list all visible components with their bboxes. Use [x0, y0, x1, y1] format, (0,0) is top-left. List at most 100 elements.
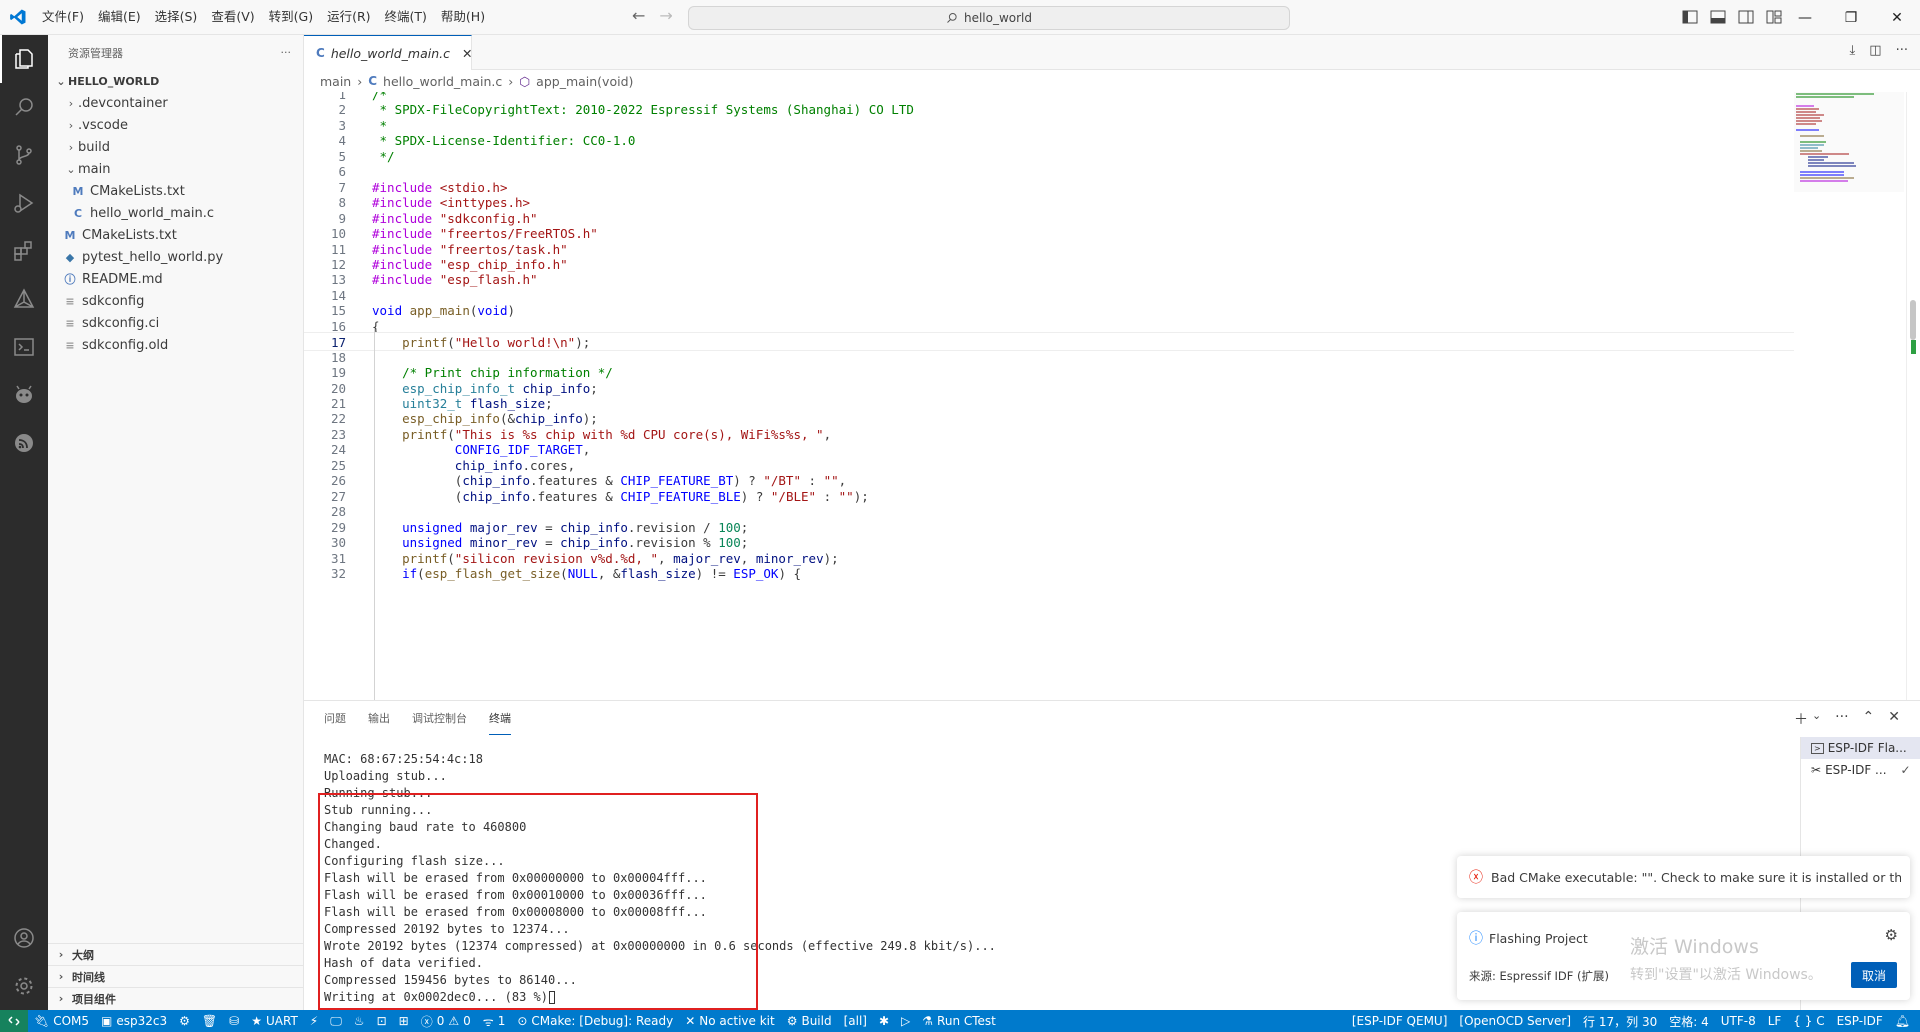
- terminal-view-icon[interactable]: [0, 323, 48, 371]
- status-idf[interactable]: ESP-IDF: [1831, 1010, 1889, 1032]
- menu-terminal[interactable]: 终端(T): [378, 4, 434, 30]
- status-openocd[interactable]: [OpenOCD Server]: [1453, 1010, 1577, 1032]
- close-icon[interactable]: ✕: [462, 46, 472, 61]
- status-debug[interactable]: ✱: [873, 1010, 895, 1032]
- terminal-instance[interactable]: > ESP-IDF Fla...: [1801, 737, 1920, 759]
- breadcrumb-symbol[interactable]: app_main(void): [536, 74, 633, 89]
- status-cursor-position[interactable]: 行 17，列 30: [1577, 1010, 1663, 1032]
- maximize-panel-icon[interactable]: ⌃: [1863, 709, 1875, 729]
- menu-selection[interactable]: 选择(S): [148, 4, 205, 30]
- notification-settings-gear-icon[interactable]: ⚙: [1885, 926, 1898, 944]
- status-build-flash-monitor[interactable]: ♨: [348, 1010, 371, 1032]
- code-line[interactable]: 32 if(esp_flash_get_size(NULL, &flash_si…: [304, 564, 1794, 583]
- status-monitor[interactable]: 🖵︎: [324, 1010, 348, 1032]
- alien-extension-icon[interactable]: [0, 371, 48, 419]
- menu-view[interactable]: 查看(V): [204, 4, 261, 30]
- status-ports[interactable]: ᯤ 1: [477, 1010, 512, 1032]
- tree-folder-vscode[interactable]: › .vscode: [48, 114, 303, 136]
- status-flash[interactable]: ⚡︎: [304, 1010, 324, 1032]
- tree-file-readme[interactable]: ⓘ README.md: [48, 268, 303, 290]
- run-debug-icon[interactable]: [0, 179, 48, 227]
- status-build-target[interactable]: [all]: [838, 1010, 873, 1032]
- accounts-icon[interactable]: [0, 914, 48, 962]
- status-language[interactable]: { } C: [1787, 1010, 1830, 1032]
- flash-download-icon[interactable]: ⤓: [1850, 43, 1856, 58]
- status-qemu[interactable]: [ESP-IDF QEMU]: [1346, 1010, 1454, 1032]
- status-indentation[interactable]: 空格: 4: [1663, 1010, 1715, 1032]
- cmake-icon[interactable]: [0, 275, 48, 323]
- tab-terminal[interactable]: 终端: [489, 702, 511, 735]
- tree-file-sdkconfig-ci[interactable]: ≡ sdkconfig.ci: [48, 312, 303, 334]
- close-panel-icon[interactable]: ✕: [1888, 709, 1900, 729]
- error-notification[interactable]: ⓧ Bad CMake executable: "". Check to mak…: [1457, 856, 1910, 898]
- new-terminal-icon[interactable]: ＋: [1794, 709, 1808, 729]
- scrollbar-thumb[interactable]: [1910, 300, 1916, 340]
- command-center-search[interactable]: hello_world: [688, 6, 1290, 30]
- project-components-section[interactable]: › 项目组件: [48, 987, 304, 1009]
- tab-output[interactable]: 输出: [368, 702, 390, 735]
- restore-icon[interactable]: ❐: [1828, 0, 1874, 35]
- menu-edit[interactable]: 编辑(E): [91, 4, 148, 30]
- forward-arrow-icon[interactable]: →: [659, 6, 672, 25]
- status-cmake-build[interactable]: ⚙ Build: [781, 1010, 838, 1032]
- status-terminal[interactable]: ⊡: [371, 1010, 393, 1032]
- minimize-icon[interactable]: —: [1782, 0, 1828, 35]
- status-encoding[interactable]: UTF-8: [1715, 1010, 1762, 1032]
- status-launch[interactable]: ▷: [895, 1010, 916, 1032]
- menu-help[interactable]: 帮助(H): [434, 4, 492, 30]
- tab-hello-world-main[interactable]: C hello_world_main.c ✕: [304, 35, 473, 70]
- minimap[interactable]: [1794, 92, 1904, 700]
- toggle-secondary-sidebar-icon[interactable]: [1736, 6, 1756, 28]
- tree-file-sdkconfig[interactable]: ≡ sdkconfig: [48, 290, 303, 312]
- status-eol[interactable]: LF: [1762, 1010, 1788, 1032]
- status-target-chip[interactable]: ▣ esp32c3: [95, 1010, 173, 1032]
- tree-folder-build[interactable]: › build: [48, 136, 303, 158]
- tab-debug-console[interactable]: 调试控制台: [412, 702, 467, 735]
- explorer-icon[interactable]: [0, 35, 48, 83]
- explorer-more-button[interactable]: ···: [281, 46, 292, 59]
- outline-section[interactable]: › 大纲: [48, 943, 304, 965]
- tree-file-hello-world-main[interactable]: C hello_world_main.c: [48, 202, 303, 224]
- timeline-section[interactable]: › 时间线: [48, 965, 304, 987]
- editor-scrollbar[interactable]: [1906, 92, 1920, 700]
- status-problems[interactable]: ⓧ 0 ⚠ 0: [415, 1010, 477, 1032]
- status-kit[interactable]: ✕ No active kit: [679, 1010, 780, 1032]
- breadcrumb-file[interactable]: hello_world_main.c: [383, 74, 502, 89]
- terminal-instance[interactable]: ✂ ESP-IDF ... ✓: [1801, 759, 1920, 781]
- tree-file-cmakelists[interactable]: M CMakeLists.txt: [48, 224, 303, 246]
- menu-go[interactable]: 转到(G): [262, 4, 320, 30]
- status-menuconfig[interactable]: ⚙: [173, 1010, 196, 1032]
- customize-layout-icon[interactable]: [1764, 6, 1784, 28]
- tree-file-main-cmakelists[interactable]: M CMakeLists.txt: [48, 180, 303, 202]
- toggle-primary-sidebar-icon[interactable]: [1680, 6, 1700, 28]
- status-serial-port[interactable]: 🔌︎ COM5: [28, 1010, 95, 1032]
- split-editor-icon[interactable]: ◫: [1869, 43, 1881, 58]
- tree-file-pytest[interactable]: ◆ pytest_hello_world.py: [48, 246, 303, 268]
- status-tasks[interactable]: ⊞: [393, 1010, 415, 1032]
- close-window-icon[interactable]: ✕: [1874, 0, 1920, 35]
- espressif-icon[interactable]: [0, 419, 48, 467]
- code-editor[interactable]: 1/* 2 * SPDX-FileCopyrightText: 2010-2022…: [304, 92, 1794, 700]
- menu-run[interactable]: 运行(R): [320, 4, 377, 30]
- source-control-icon[interactable]: [0, 131, 48, 179]
- extensions-icon[interactable]: [0, 227, 48, 275]
- tab-problems[interactable]: 问题: [324, 702, 346, 735]
- status-flash-method[interactable]: ★ UART: [245, 1010, 304, 1032]
- tree-folder-devcontainer[interactable]: › .devcontainer: [48, 92, 303, 114]
- status-build[interactable]: ⛁: [223, 1010, 245, 1032]
- tree-folder-main[interactable]: ⌄ main: [48, 158, 303, 180]
- status-cmake[interactable]: ⊙ CMake: [Debug]: Ready: [511, 1010, 679, 1032]
- status-full-clean[interactable]: 🗑︎: [196, 1010, 223, 1032]
- back-arrow-icon[interactable]: ←: [632, 6, 645, 25]
- settings-gear-icon[interactable]: [0, 962, 48, 1010]
- breadcrumb-folder[interactable]: main: [320, 74, 351, 89]
- more-actions-icon[interactable]: ···: [1896, 43, 1908, 58]
- search-view-icon[interactable]: [0, 83, 48, 131]
- tree-file-sdkconfig-old[interactable]: ≡ sdkconfig.old: [48, 334, 303, 356]
- chevron-down-icon[interactable]: ⌄: [1812, 709, 1821, 729]
- workspace-root[interactable]: ⌄ HELLO_WORLD: [48, 70, 303, 92]
- more-actions-icon[interactable]: ···: [1835, 709, 1848, 729]
- cancel-button[interactable]: 取消: [1851, 962, 1897, 988]
- status-ctest[interactable]: ⚗ Run CTest: [916, 1010, 1002, 1032]
- toggle-panel-icon[interactable]: [1708, 6, 1728, 28]
